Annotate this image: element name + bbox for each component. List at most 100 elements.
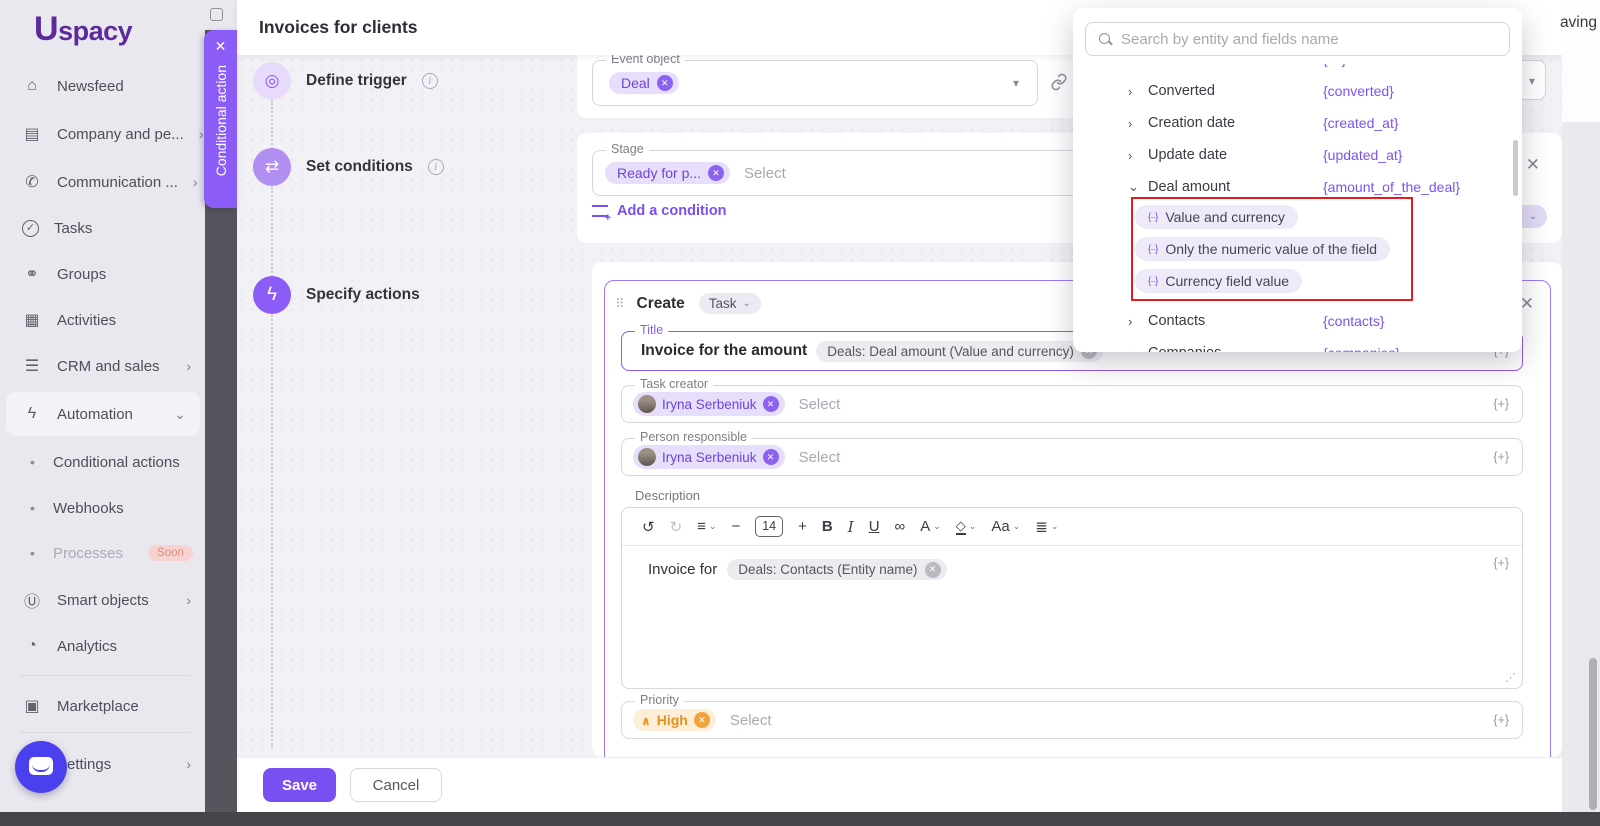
- underline-icon[interactable]: U: [869, 518, 880, 535]
- align-icon[interactable]: ≣⌄: [1035, 518, 1058, 536]
- sidebar-item-company[interactable]: ▤ Company and pe... ›: [0, 117, 205, 151]
- info-icon[interactable]: [422, 73, 438, 89]
- bullet-icon: •: [30, 545, 38, 561]
- description-token-chip[interactable]: Deals: Contacts (Entity name): [727, 559, 946, 580]
- description-editor[interactable]: ↺ ↻ ≡⌄ − 14 + B I U ∞ A⌄ ◇⌄ Aa⌄ ≣⌄ Invoi…: [621, 507, 1523, 689]
- sidebar-item-tasks[interactable]: ✓ Tasks: [0, 211, 205, 245]
- steps-connector: [271, 100, 273, 748]
- italic-icon[interactable]: I: [848, 518, 854, 536]
- title-token-chip[interactable]: Deals: Deal amount (Value and currency): [816, 341, 1103, 362]
- person-responsible-chip[interactable]: Iryna Serbeniuk: [633, 445, 785, 469]
- lightning-icon: ϟ: [22, 405, 42, 423]
- sidebar-item-marketplace[interactable]: ▣ Marketplace: [0, 689, 205, 723]
- conditional-action-tab[interactable]: ✕ Conditional action: [204, 30, 237, 208]
- sidebar-item-automation[interactable]: ϟ Automation ⌄: [6, 392, 200, 436]
- bold-icon[interactable]: B: [822, 518, 833, 535]
- remove-chip-icon[interactable]: [708, 165, 724, 181]
- add-condition-link[interactable]: Add a condition: [592, 203, 727, 219]
- collapse-sidebar-icon[interactable]: [210, 8, 223, 21]
- close-icon[interactable]: ✕: [215, 38, 227, 55]
- line-spacing-icon[interactable]: ≡⌄: [697, 518, 716, 535]
- smart-object-icon: Ⓤ: [22, 588, 42, 612]
- event-object-field[interactable]: Event object Deal ▾: [592, 60, 1038, 106]
- redo-icon[interactable]: ↻: [670, 518, 683, 536]
- dropdown-caret-icon[interactable]: ▾: [1013, 76, 1019, 90]
- editor-content[interactable]: Invoice for Deals: Contacts (Entity name…: [622, 546, 1522, 593]
- person-responsible-field[interactable]: Person responsible Iryna Serbeniuk Selec…: [621, 438, 1523, 476]
- remove-chip-icon[interactable]: [657, 75, 673, 91]
- info-icon[interactable]: [428, 159, 444, 175]
- priority-chip[interactable]: High: [633, 709, 716, 731]
- chevron-right-icon: ›: [199, 126, 204, 142]
- dropdown-row-companies[interactable]: › Companies {companies}: [1073, 341, 1522, 352]
- stage-chip[interactable]: Ready for p...: [605, 162, 730, 184]
- uspacy-logo[interactable]: Uspacy: [34, 10, 132, 49]
- remove-chip-icon[interactable]: [763, 449, 779, 465]
- step-label: Set conditions: [306, 158, 413, 176]
- dropdown-row-update-date[interactable]: › Update date {updated_at}: [1073, 143, 1522, 167]
- resize-handle-icon[interactable]: ⋰: [1505, 671, 1516, 684]
- insert-link-icon[interactable]: ∞: [895, 518, 906, 535]
- search-box[interactable]: [1085, 22, 1510, 56]
- increase-font-icon[interactable]: +: [798, 518, 807, 535]
- priority-field[interactable]: Priority High Select {+}: [621, 701, 1523, 739]
- chevron-right-icon: ›: [1128, 346, 1148, 353]
- chevron-right-icon: ›: [186, 756, 191, 772]
- sidebar-item-communication[interactable]: ✆ Communication ... ›: [0, 165, 205, 199]
- remove-condition-icon[interactable]: ✕: [1526, 155, 1540, 175]
- chevron-right-icon: ›: [1128, 314, 1148, 329]
- font-size-box[interactable]: 14: [755, 516, 783, 537]
- sidebar-item-smart-objects[interactable]: Ⓤ Smart objects ›: [0, 583, 205, 617]
- event-object-chip[interactable]: Deal: [609, 72, 679, 94]
- remove-token-icon[interactable]: [925, 562, 941, 578]
- undo-icon[interactable]: ↺: [642, 518, 655, 536]
- insert-variable-button[interactable]: {+}: [1493, 556, 1509, 570]
- field-label: Title: [635, 323, 668, 337]
- select-placeholder: Select: [799, 449, 841, 466]
- bottom-backdrop-strip: [0, 812, 1600, 826]
- insert-variable-button[interactable]: {+}: [1493, 397, 1509, 411]
- remove-chip-icon[interactable]: [763, 396, 779, 412]
- dropdown-row-converted[interactable]: › Converted {converted}: [1073, 79, 1522, 103]
- search-input[interactable]: [1121, 31, 1509, 48]
- drag-handle-icon[interactable]: ⠿: [615, 296, 623, 312]
- link-icon[interactable]: [1050, 73, 1068, 91]
- variable-icon: {··}: [1148, 212, 1157, 223]
- dropdown-scrollbar[interactable]: [1513, 140, 1518, 196]
- row-token: {created_at}: [1323, 115, 1399, 131]
- sidebar-item-newsfeed[interactable]: ⌂ Newsfeed: [0, 69, 205, 103]
- font-color-icon[interactable]: A⌄: [920, 518, 941, 535]
- dropdown-row-deal-amount[interactable]: ⌄ Deal amount {amount_of_the_deal}: [1073, 175, 1522, 199]
- dropdown-row-creation-date[interactable]: › Creation date {created_at}: [1073, 111, 1522, 135]
- sidebar-item-groups[interactable]: ⚭ Groups: [0, 257, 205, 291]
- task-creator-chip[interactable]: Iryna Serbeniuk: [633, 392, 785, 416]
- page-scrollbar[interactable]: [1589, 658, 1597, 810]
- task-creator-field[interactable]: Task creator Iryna Serbeniuk Select {+}: [621, 385, 1523, 423]
- sub-option-numeric-value[interactable]: {··}Only the numeric value of the field: [1135, 237, 1390, 261]
- dropdown-row-contacts[interactable]: › Contacts {contacts}: [1073, 309, 1522, 333]
- title-value: Invoice for the amount: [641, 342, 807, 360]
- sub-option-value-and-currency[interactable]: {··}Value and currency: [1135, 205, 1298, 229]
- row-label: Companies: [1148, 345, 1221, 352]
- save-button[interactable]: Save: [263, 768, 336, 802]
- sub-option-currency-field[interactable]: {··}Currency field value: [1135, 269, 1302, 293]
- decrease-font-icon[interactable]: −: [731, 518, 740, 535]
- glyph: ◇: [956, 519, 966, 535]
- sidebar-item-activities[interactable]: ▦ Activities: [0, 303, 205, 337]
- insert-variable-button[interactable]: {+}: [1493, 713, 1509, 727]
- insert-variable-button[interactable]: {+}: [1493, 450, 1509, 464]
- sidebar-item-conditional-actions[interactable]: • Conditional actions: [0, 445, 205, 479]
- chevron-right-icon: ›: [1128, 148, 1148, 163]
- chat-widget-button[interactable]: [15, 741, 67, 793]
- chip-label: Iryna Serbeniuk: [662, 450, 757, 465]
- entity-type-select[interactable]: Task⌄: [699, 293, 761, 314]
- glyph: ≡: [697, 518, 706, 535]
- remove-chip-icon[interactable]: [694, 712, 710, 728]
- sidebar-item-analytics[interactable]: ◔ Analytics: [0, 629, 205, 663]
- text-style-icon[interactable]: Aa⌄: [991, 518, 1020, 535]
- highlight-color-icon[interactable]: ◇⌄: [956, 519, 977, 535]
- sidebar-item-webhooks[interactable]: • Webhooks: [0, 491, 205, 525]
- sidebar-item-crm[interactable]: ☰ CRM and sales ›: [0, 349, 205, 383]
- cancel-button[interactable]: Cancel: [350, 768, 442, 802]
- chevron-right-icon: ›: [193, 174, 198, 190]
